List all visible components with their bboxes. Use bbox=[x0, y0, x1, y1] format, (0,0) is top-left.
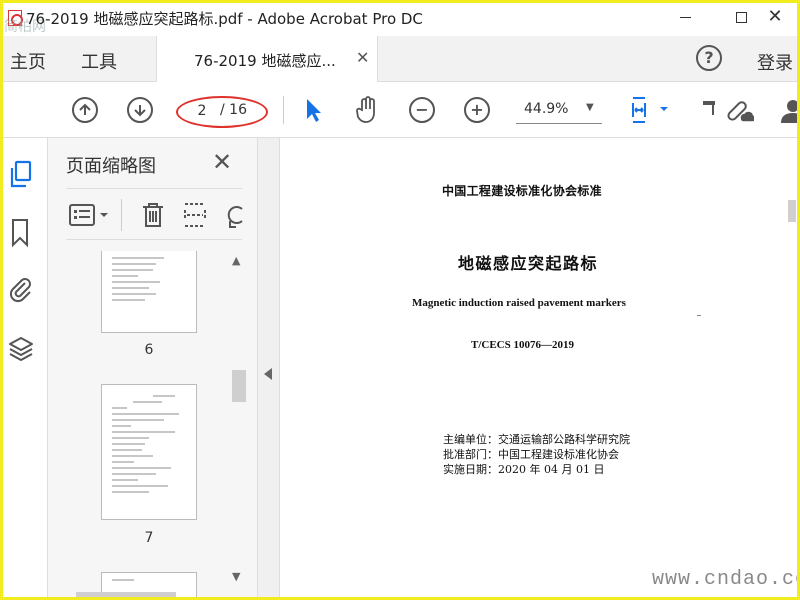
cursor-arrow-icon bbox=[307, 99, 321, 122]
help-icon[interactable]: ? bbox=[696, 45, 722, 71]
zoom-level-dropdown[interactable]: 44.9% ▼ bbox=[516, 98, 602, 124]
document-tab-label: 76-2019 地磁感应... bbox=[194, 52, 336, 70]
thumbnail-content bbox=[112, 579, 186, 585]
comment-icon bbox=[703, 101, 715, 115]
split-page-icon bbox=[184, 203, 206, 227]
doc-title-cn: 地磁感应突起路标 bbox=[458, 254, 599, 273]
thumbnail-content bbox=[112, 395, 186, 497]
document-viewer[interactable]: 中国工程建设标准化协会标准 地磁感应突起路标 Magnetic inductio… bbox=[280, 138, 800, 600]
main-toolbar: / 16 − + 44.9% ▼ bbox=[0, 82, 800, 138]
thumbnail-content bbox=[112, 257, 186, 305]
link-cloud-icon bbox=[727, 101, 754, 122]
minimize-icon bbox=[679, 16, 691, 18]
arrow-down-icon bbox=[127, 97, 153, 123]
close-panel-icon[interactable]: ✕ bbox=[212, 148, 232, 176]
title-bar: 简柏网 76-2019 地磁感应突起路标.pdf - Adobe Acrobat… bbox=[0, 0, 800, 36]
scrollbar-thumb[interactable] bbox=[232, 370, 246, 402]
share-link-button[interactable] bbox=[724, 95, 754, 125]
red-annotation-circle bbox=[176, 96, 268, 128]
doc-effective-date: 实施日期：2020 年 04 月 01 日 bbox=[443, 463, 605, 476]
comment-tool-button[interactable] bbox=[694, 95, 724, 125]
doc-standard-code: T/CECS 10076—2019 bbox=[471, 339, 574, 351]
scroll-down-icon[interactable]: ▼ bbox=[232, 570, 240, 583]
maximize-icon bbox=[735, 11, 747, 23]
thumbnail-scrollbar[interactable]: ▲ ▼ bbox=[230, 250, 246, 586]
layers-tab[interactable] bbox=[8, 334, 34, 362]
page-thumbnails-panel: 页面缩略图 ✕ 6 7 ▲ ▼ bbox=[48, 138, 258, 600]
document-scrollbar[interactable] bbox=[786, 148, 796, 588]
tab-tools[interactable]: 工具 bbox=[81, 48, 117, 74]
zoom-out-button[interactable]: − bbox=[407, 95, 437, 125]
scrollbar-thumb[interactable] bbox=[76, 592, 176, 600]
doc-title-en: Magnetic induction raised pavement marke… bbox=[412, 297, 626, 309]
hand-tool-button[interactable] bbox=[352, 95, 382, 125]
thumbnail-options-button[interactable] bbox=[68, 203, 112, 231]
layers-icon bbox=[9, 337, 33, 361]
page-fit-button[interactable] bbox=[628, 95, 672, 125]
page-thumbnails-tab[interactable] bbox=[8, 160, 34, 188]
page-mark bbox=[697, 315, 701, 316]
doc-approved-by: 批准部门：中国工程建设标准化协会 bbox=[443, 448, 619, 461]
doc-organization: 中国工程建设标准化协会标准 bbox=[442, 184, 602, 198]
left-navigation-rail bbox=[0, 138, 48, 600]
login-button[interactable]: 登录 bbox=[757, 49, 793, 75]
tab-home[interactable]: 主页 bbox=[10, 48, 46, 74]
thumbnail-page-6[interactable] bbox=[101, 251, 197, 333]
options-menu-icon bbox=[69, 204, 108, 226]
copy-pages-icon bbox=[10, 160, 32, 188]
user-icon bbox=[781, 100, 800, 123]
user-button[interactable] bbox=[776, 95, 800, 125]
next-page-button[interactable] bbox=[125, 95, 155, 125]
fit-page-icon bbox=[632, 97, 668, 123]
window-title: 76-2019 地磁感应突起路标.pdf - Adobe Acrobat Pro… bbox=[26, 10, 423, 28]
hand-icon bbox=[356, 96, 375, 123]
thumbnail-page-7[interactable] bbox=[101, 384, 197, 520]
doc-chief-editor: 主编单位：交通运输部公路科学研究院 bbox=[443, 433, 630, 446]
close-window-button[interactable]: ✕ bbox=[752, 0, 798, 34]
thumbnail-page-number: 7 bbox=[144, 530, 154, 546]
panel-title: 页面缩略图 bbox=[66, 156, 156, 177]
thumbnail-page-number: 6 bbox=[144, 342, 154, 358]
site-watermark: www.cndao.com bbox=[652, 568, 800, 591]
trash-icon bbox=[143, 203, 163, 227]
collapse-panel-button[interactable] bbox=[258, 138, 280, 600]
scrollbar-thumb[interactable] bbox=[788, 200, 796, 222]
paperclip-icon bbox=[9, 278, 31, 303]
tab-bar: 主页 工具 76-2019 地磁感应... ✕ ? 登录 bbox=[0, 36, 800, 82]
bookmark-icon bbox=[12, 219, 28, 248]
zoom-level-value: 44.9% bbox=[524, 101, 569, 117]
attachments-tab[interactable] bbox=[8, 274, 34, 303]
close-tab-icon[interactable]: ✕ bbox=[356, 48, 369, 67]
minimize-button[interactable] bbox=[662, 0, 708, 34]
minus-icon: − bbox=[409, 97, 435, 123]
toolbar-divider bbox=[283, 96, 284, 124]
extract-page-button[interactable] bbox=[182, 201, 208, 233]
thumbnail-toolbar bbox=[66, 188, 243, 240]
arrow-up-icon bbox=[72, 97, 98, 123]
chevron-down-icon: ▼ bbox=[586, 102, 594, 113]
chevron-left-icon bbox=[264, 368, 272, 380]
previous-page-button[interactable] bbox=[70, 95, 100, 125]
scroll-up-icon[interactable]: ▲ bbox=[232, 254, 240, 267]
close-icon: ✕ bbox=[767, 6, 783, 27]
toolbar-divider bbox=[121, 199, 122, 231]
select-tool-button[interactable] bbox=[298, 95, 328, 125]
thumbnail-horizontal-scrollbar[interactable] bbox=[70, 590, 230, 600]
bookmarks-tab[interactable] bbox=[8, 218, 34, 248]
rotate-page-button[interactable] bbox=[222, 201, 246, 233]
tab-document[interactable]: 76-2019 地磁感应... ✕ bbox=[156, 36, 378, 82]
zoom-in-button[interactable]: + bbox=[462, 95, 492, 125]
plus-icon: + bbox=[464, 97, 490, 123]
delete-page-button[interactable] bbox=[140, 201, 166, 233]
rotate-icon bbox=[227, 206, 243, 228]
